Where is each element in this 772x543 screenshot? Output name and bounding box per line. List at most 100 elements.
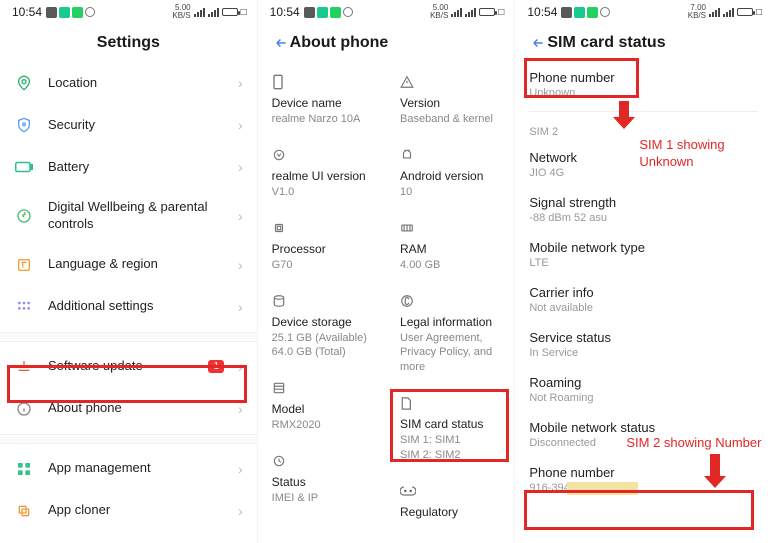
status-icon — [272, 453, 372, 469]
page-title: Settings — [14, 34, 243, 52]
status-indicator-icon — [561, 7, 572, 18]
kv-nettype[interactable]: Mobile network type LTE — [515, 232, 772, 277]
signal-icon — [194, 8, 205, 17]
divider — [0, 332, 257, 342]
info-ram[interactable]: RAM 4.00 GB — [386, 214, 514, 287]
screen-about-phone: 10:54 5.00 KB/S □ About phone — [258, 0, 516, 543]
status-circle-icon — [85, 7, 95, 17]
row-battery[interactable]: Battery › — [0, 146, 257, 188]
info-android[interactable]: Android version 10 — [386, 141, 514, 214]
status-indicator-icon — [46, 7, 57, 18]
kv-phone-number-1[interactable]: Phone number Unknown — [515, 62, 772, 107]
battery-icon — [14, 157, 34, 177]
kv-phone-number-2[interactable]: Phone number 916-394 — [515, 457, 772, 502]
chevron-right-icon: › — [238, 503, 243, 519]
signal-icon — [451, 8, 462, 17]
location-icon — [14, 73, 34, 93]
redaction-mask — [567, 482, 638, 495]
chevron-right-icon: › — [238, 75, 243, 91]
battery-icon — [222, 8, 238, 16]
row-wellbeing[interactable]: Digital Wellbeing & parental controls › — [0, 188, 257, 244]
info-icon — [14, 399, 34, 419]
chevron-right-icon: › — [238, 359, 243, 375]
info-processor[interactable]: Processor G70 — [258, 214, 386, 287]
page-title: SIM card status — [547, 34, 758, 52]
status-app-icon — [72, 7, 83, 18]
arrow-sim1 — [619, 101, 635, 129]
header: About phone — [258, 22, 515, 62]
status-bar: 10:54 5.00 KB/S □ — [258, 0, 515, 22]
cpu-icon — [272, 220, 372, 236]
annot-sim2: SIM 2 showing Number — [626, 435, 761, 452]
status-wifi-icon — [59, 7, 70, 18]
status-wifi-icon — [574, 7, 585, 18]
divider — [0, 434, 257, 444]
info-storage[interactable]: Device storage 25.1 GB (Available) 64.0 … — [258, 287, 386, 375]
info-model[interactable]: Model RMX2020 — [258, 374, 386, 447]
arrow-sim2 — [710, 454, 726, 488]
status-bar: 10:54 7.00 KB/S □ — [515, 0, 772, 22]
status-time: 10:54 — [527, 5, 557, 19]
warning-icon — [400, 74, 500, 90]
status-circle-icon — [600, 7, 610, 17]
language-icon — [14, 255, 34, 275]
info-sim-status[interactable]: SIM card status SIM 1: SIM1 SIM 2: SIM2 — [386, 389, 514, 477]
info-status[interactable]: Status IMEI & IP — [258, 447, 386, 520]
signal-icon — [465, 8, 476, 17]
row-app-cloner[interactable]: App cloner › — [0, 490, 257, 532]
row-additional[interactable]: Additional settings › — [0, 286, 257, 328]
storage-icon — [272, 293, 372, 309]
update-badge: 1 — [208, 360, 224, 373]
android-icon — [400, 147, 500, 163]
kv-carrier[interactable]: Carrier info Not available — [515, 277, 772, 322]
kv-service[interactable]: Service status In Service — [515, 322, 772, 367]
back-button[interactable] — [529, 36, 547, 50]
info-regulatory[interactable]: Regulatory — [386, 477, 514, 535]
page-title: About phone — [290, 34, 501, 52]
chevron-right-icon: › — [238, 461, 243, 477]
row-security[interactable]: Security › — [0, 104, 257, 146]
update-icon — [14, 357, 34, 377]
status-wifi-icon — [317, 7, 328, 18]
info-version[interactable]: Version Baseband & kernel — [386, 68, 514, 141]
status-circle-icon — [343, 7, 353, 17]
chevron-right-icon: › — [238, 299, 243, 315]
info-device-name[interactable]: Device name realme Narzo 10A — [258, 68, 386, 141]
back-button[interactable] — [272, 36, 290, 50]
shield-icon — [14, 115, 34, 135]
row-language[interactable]: Language & region › — [0, 244, 257, 286]
chevron-right-icon: › — [238, 401, 243, 417]
status-app-icon — [587, 7, 598, 18]
row-app-management[interactable]: App management › — [0, 448, 257, 490]
row-about-phone[interactable]: About phone › — [0, 388, 257, 430]
header: SIM card status — [515, 22, 772, 62]
signal-icon — [208, 8, 219, 17]
status-app-icon — [330, 7, 341, 18]
info-legal[interactable]: Legal information User Agreement, Privac… — [386, 287, 514, 390]
kv-roaming[interactable]: Roaming Not Roaming — [515, 367, 772, 412]
ram-icon — [400, 220, 500, 236]
apps-icon — [14, 459, 34, 479]
kv-signal[interactable]: Signal strength -88 dBm 52 asu — [515, 187, 772, 232]
chevron-right-icon: › — [238, 208, 243, 224]
battery-icon — [479, 8, 495, 16]
signal-icon — [709, 8, 720, 17]
regulatory-icon — [400, 483, 500, 499]
legal-icon — [400, 293, 500, 309]
screen-sim-status: 10:54 7.00 KB/S □ SIM card status Phone … — [515, 0, 772, 543]
row-game-space[interactable]: Game Space › — [0, 532, 257, 543]
model-icon — [272, 380, 372, 396]
chevron-right-icon: › — [238, 117, 243, 133]
info-ui-version[interactable]: realme UI version V1.0 — [258, 141, 386, 214]
wellbeing-icon — [14, 206, 34, 226]
cloner-icon — [14, 501, 34, 521]
chevron-right-icon: › — [238, 159, 243, 175]
chevron-right-icon: › — [238, 257, 243, 273]
screen-settings: 10:54 5.00 KB/S □ Settings Location › — [0, 0, 258, 543]
row-location[interactable]: Location › — [0, 62, 257, 104]
status-indicator-icon — [304, 7, 315, 18]
phone-icon — [272, 74, 372, 90]
row-software-update[interactable]: Software update 1 › — [0, 346, 257, 388]
status-time: 10:54 — [12, 5, 42, 19]
status-time: 10:54 — [270, 5, 300, 19]
